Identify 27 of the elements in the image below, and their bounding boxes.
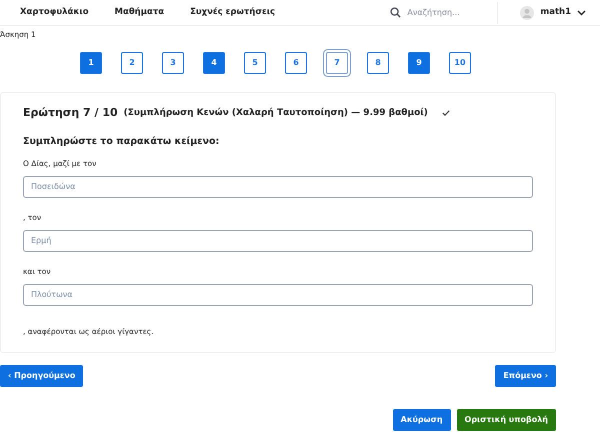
question-details: (Συμπλήρωση Κενών (Χαλαρή Ταυτοποίηση) — 9.99 βαθμοί) bbox=[124, 106, 428, 120]
chevron-down-icon[interactable] bbox=[577, 10, 586, 16]
question-page-button[interactable]: 5 bbox=[244, 52, 266, 74]
answer-field[interactable]: Πλούτωνα bbox=[23, 284, 533, 306]
avatar-icon bbox=[520, 6, 534, 20]
question-page-button[interactable]: 2 bbox=[121, 52, 143, 74]
question-page-button[interactable]: 3 bbox=[162, 52, 184, 74]
nav-link[interactable]: Μαθήματα bbox=[114, 6, 164, 19]
nav-link[interactable]: Χαρτοφυλάκιο bbox=[20, 6, 89, 19]
question-page-button[interactable]: 4 bbox=[203, 52, 225, 74]
answer-field[interactable]: Ερμή bbox=[23, 230, 533, 252]
submit-button[interactable]: Οριστική υποβολή bbox=[456, 408, 556, 431]
question-page-button[interactable]: 1 bbox=[80, 52, 102, 74]
question-page-button[interactable]: 9 bbox=[408, 52, 430, 74]
previous-button[interactable]: ‹ Προηγούμενο bbox=[0, 364, 84, 387]
question-page-button[interactable]: 8 bbox=[367, 52, 389, 74]
question-number: Ερώτηση 7 / 10 bbox=[23, 105, 118, 121]
nav-link[interactable]: Συχνές ερωτήσεις bbox=[190, 6, 276, 19]
search-icon[interactable] bbox=[390, 7, 402, 18]
instruction-text: Συμπληρώστε το παρακάτω κείμενο: bbox=[23, 134, 220, 148]
next-button[interactable]: Επόμενο › bbox=[495, 364, 556, 387]
question-page-button[interactable]: 6 bbox=[285, 52, 307, 74]
cancel-button[interactable]: Ακύρωση bbox=[392, 408, 451, 431]
answer-field[interactable]: Ποσειδώνα bbox=[23, 176, 533, 198]
question-page-button[interactable]: 10 bbox=[449, 52, 471, 74]
question-page-button[interactable]: 7 bbox=[326, 52, 348, 74]
username[interactable]: math1 bbox=[540, 6, 571, 19]
